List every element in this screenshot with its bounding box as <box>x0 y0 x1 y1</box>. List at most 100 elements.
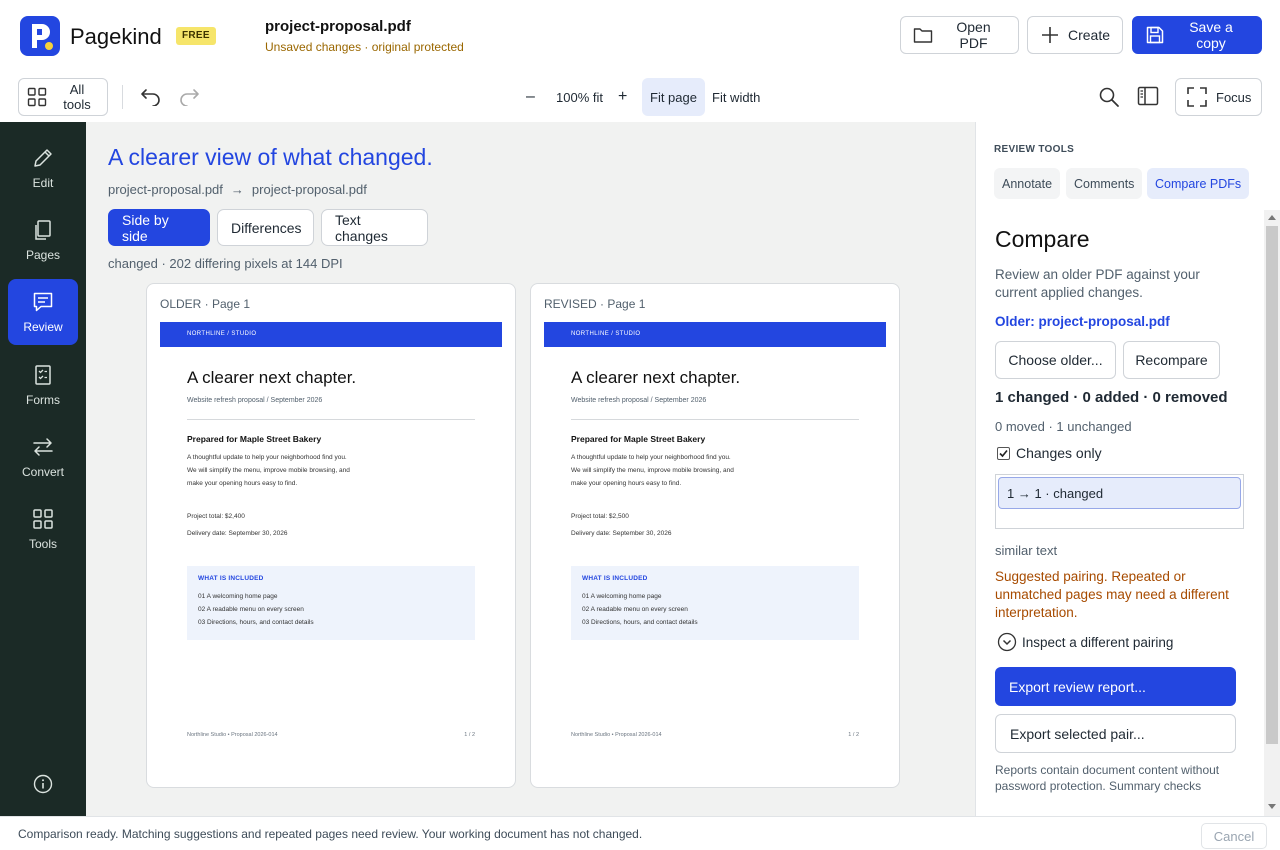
inspect-pairing-label: Inspect a different pairing <box>1022 634 1174 650</box>
doc-line: make your opening hours easy to find. <box>187 480 298 487</box>
panel-heading: REVIEW TOOLS <box>994 144 1075 155</box>
revised-page-label: REVISED · Page 1 <box>544 297 646 311</box>
focus-button[interactable]: Focus <box>1175 78 1262 116</box>
tab-comments[interactable]: Comments <box>1066 168 1143 199</box>
older-file-name: project-proposal.pdf <box>108 182 223 197</box>
fit-page-button[interactable]: Fit page <box>642 78 705 116</box>
save-copy-button[interactable]: Save a copy <box>1132 16 1262 54</box>
sidebar-item-review[interactable]: Review <box>8 279 78 345</box>
doc-footer: Northline Studio • Proposal 2026-014 1 /… <box>187 732 475 738</box>
cancel-button[interactable]: Cancel <box>1201 823 1267 849</box>
scrollbar-thumb[interactable] <box>1266 226 1278 744</box>
save-icon <box>1145 25 1165 45</box>
view-text-changes-button[interactable]: Text changes <box>321 209 428 246</box>
choose-older-button[interactable]: Choose older... <box>995 341 1116 379</box>
changes-only-label: Changes only <box>1016 445 1102 461</box>
changes-only-checkbox[interactable]: Changes only <box>997 445 1102 461</box>
doc-line: We will simplify the menu, improve mobil… <box>571 467 734 474</box>
undo-icon[interactable] <box>140 86 162 106</box>
doc-subtitle: Website refresh proposal / September 202… <box>187 397 323 404</box>
doc-line: We will simplify the menu, improve mobil… <box>187 467 350 474</box>
status-message: Comparison ready. Matching suggestions a… <box>18 827 643 841</box>
view-toolbar: All tools – 100% fit + Fit page Fit widt… <box>0 72 1280 122</box>
document-title: project-proposal.pdf <box>265 18 411 35</box>
export-review-report-button[interactable]: Export review report... <box>995 667 1236 706</box>
tab-annotate[interactable]: Annotate <box>994 168 1061 199</box>
sidebar-item-label: Pages <box>25 248 61 262</box>
page-title: A clearer view of what changed. <box>108 144 433 170</box>
comment-icon <box>31 290 55 314</box>
doc-included-item: 02 A readable menu on every screen <box>582 606 688 613</box>
doc-footer-left: Northline Studio • Proposal 2026-014 <box>187 732 278 738</box>
create-button[interactable]: Create <box>1027 16 1123 54</box>
sidebar-item-label: Tools <box>28 537 57 551</box>
doc-header-band: NORTHLINE / STUDIO <box>544 322 886 347</box>
open-pdf-label: Open PDF <box>956 19 991 51</box>
doc-subtitle: Website refresh proposal / September 202… <box>571 397 707 404</box>
view-side-by-side-button[interactable]: Side by side <box>108 209 210 246</box>
scroll-down-icon[interactable] <box>1268 804 1276 810</box>
sidebar-item-tools[interactable]: Tools <box>8 496 78 562</box>
review-tools-panel: REVIEW TOOLS Annotate Comments Compare P… <box>975 122 1280 816</box>
revised-file-name: project-proposal.pdf <box>251 182 367 197</box>
revised-page-card: REVISED · Page 1 NORTHLINE / STUDIO A cl… <box>530 283 900 788</box>
create-label: Create <box>1068 27 1111 43</box>
toolbar-divider <box>122 85 123 109</box>
diff-info: changed · 202 differing pixels at 144 DP… <box>108 256 343 271</box>
info-icon[interactable] <box>33 774 53 794</box>
doc-included-box: WHAT IS INCLUDED 01 A welcoming home pag… <box>571 566 859 640</box>
doc-included-item: 03 Directions, hours, and contact detail… <box>582 619 698 626</box>
all-tools-label: All tools <box>63 82 91 112</box>
plus-icon <box>1040 25 1060 45</box>
doc-prepared-for: Prepared for Maple Street Bakery <box>571 434 706 444</box>
doc-included-item: 02 A readable menu on every screen <box>198 606 304 613</box>
doc-delivery-date: Delivery date: September 30, 2026 <box>571 530 672 537</box>
doc-delivery-date: Delivery date: September 30, 2026 <box>187 530 288 537</box>
older-page-preview[interactable]: NORTHLINE / STUDIO A clearer next chapte… <box>160 322 502 752</box>
checkbox-checked-icon[interactable] <box>997 446 1010 460</box>
sidebar-item-convert[interactable]: Convert <box>8 424 78 490</box>
list-item[interactable]: 1 → 1 · changed <box>998 477 1241 509</box>
grid-icon <box>31 507 55 531</box>
scroll-up-icon[interactable] <box>1268 214 1276 220</box>
expand-icon <box>1186 86 1208 108</box>
revised-page-preview[interactable]: NORTHLINE / STUDIO A clearer next chapte… <box>544 322 886 752</box>
fit-width-button[interactable]: Fit width <box>704 78 768 116</box>
doc-prepared-for: Prepared for Maple Street Bakery <box>187 434 322 444</box>
older-file-link[interactable]: Older: project-proposal.pdf <box>995 314 1170 329</box>
pages-icon <box>31 218 55 242</box>
panel-toggle-icon[interactable] <box>1137 86 1159 106</box>
form-icon <box>31 363 55 387</box>
compare-description: Review an older PDF against your current… <box>995 267 1200 300</box>
recompare-button[interactable]: Recompare <box>1123 341 1220 379</box>
export-selected-pair-button[interactable]: Export selected pair... <box>995 714 1236 753</box>
doc-divider <box>187 419 475 420</box>
grid-icon <box>27 87 47 107</box>
chevron-down-icon <box>997 632 1017 652</box>
sidebar-item-label: Forms <box>26 393 60 407</box>
zoom-level[interactable]: 100% fit <box>548 78 611 116</box>
all-tools-button[interactable]: All tools <box>18 78 108 116</box>
sidebar-item-forms[interactable]: Forms <box>8 352 78 418</box>
doc-heading: A clearer next chapter. <box>187 368 357 387</box>
panel-scrollbar[interactable] <box>1264 210 1280 816</box>
tab-compare-pdfs[interactable]: Compare PDFs <box>1147 168 1250 199</box>
older-page-card: OLDER · Page 1 NORTHLINE / STUDIO A clea… <box>146 283 516 788</box>
pagekind-logo-icon <box>20 16 60 56</box>
sidebar-item-edit[interactable]: Edit <box>8 135 78 201</box>
change-summary: 1 changed · 0 added · 0 removed <box>995 389 1228 406</box>
export-note: Reports contain document content without… <box>995 763 1220 793</box>
doc-included-item: 01 A welcoming home page <box>582 593 662 600</box>
open-pdf-button[interactable]: Open PDF <box>900 16 1019 54</box>
sidebar-item-pages[interactable]: Pages <box>8 207 78 273</box>
view-differences-button[interactable]: Differences <box>217 209 314 246</box>
arrow-right-icon: → <box>230 182 244 197</box>
zoom-out-button[interactable]: – <box>518 78 543 116</box>
inspect-pairing-toggle[interactable]: Inspect a different pairing <box>997 632 1173 652</box>
search-icon[interactable] <box>1098 86 1120 108</box>
doc-included-title: WHAT IS INCLUDED <box>582 575 648 582</box>
zoom-in-button[interactable]: + <box>610 78 635 116</box>
status-bar: Comparison ready. Matching suggestions a… <box>0 816 1280 850</box>
redo-icon[interactable] <box>178 86 200 106</box>
convert-icon <box>31 435 55 459</box>
